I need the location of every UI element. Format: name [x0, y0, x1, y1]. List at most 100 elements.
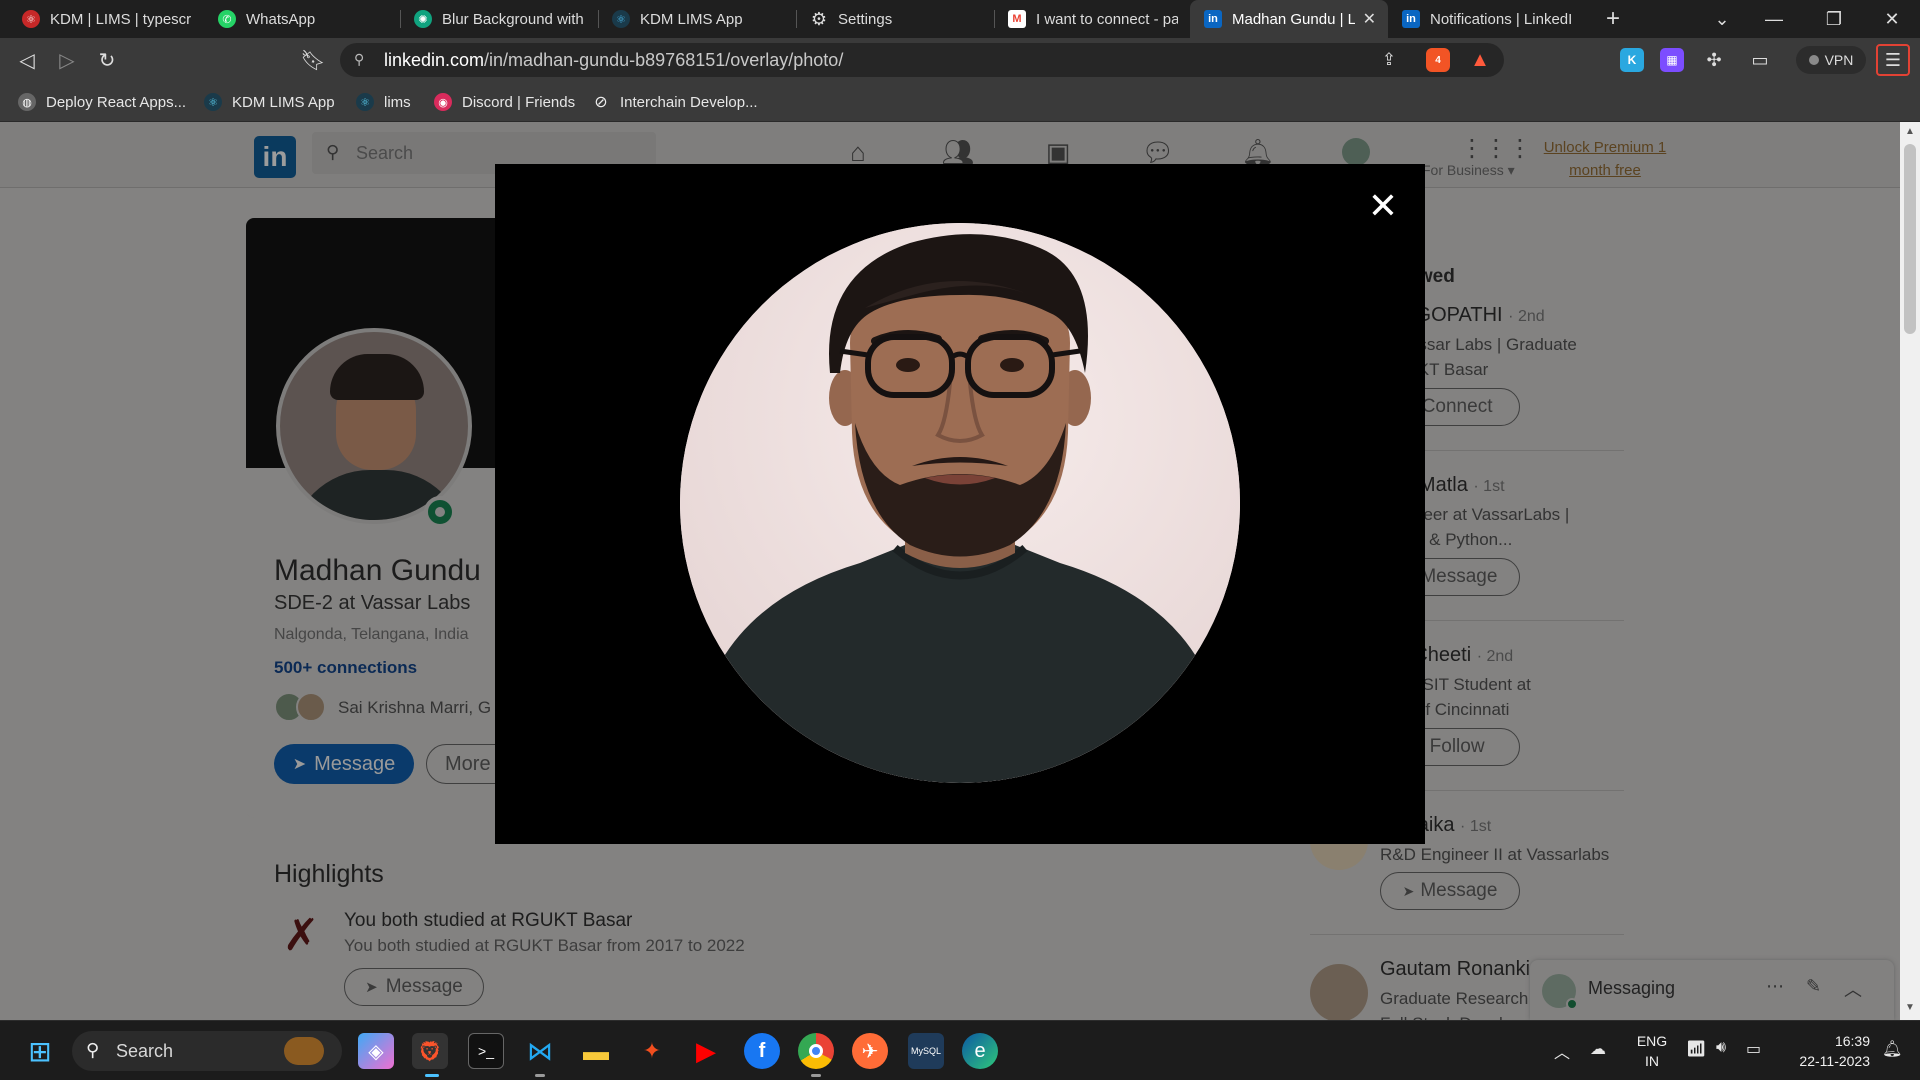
- figma-icon[interactable]: ✦: [634, 1033, 670, 1069]
- running-indicator: [425, 1074, 439, 1077]
- minimize-button[interactable]: —: [1746, 0, 1802, 38]
- scrollbar-thumb[interactable]: [1904, 144, 1916, 334]
- terminal-icon[interactable]: >_: [468, 1033, 504, 1069]
- send-icon: ➤: [365, 979, 378, 996]
- compose-icon[interactable]: ✎: [1806, 976, 1821, 997]
- scroll-up-arrow-icon[interactable]: ▲: [1900, 126, 1920, 142]
- profile-photo[interactable]: [276, 328, 472, 524]
- close-tab-icon[interactable]: ✕: [1363, 9, 1376, 29]
- tab-whatsapp[interactable]: ✆ WhatsApp: [204, 0, 400, 38]
- extensions-puzzle-icon[interactable]: ✣: [1702, 48, 1726, 72]
- page-scrollbar[interactable]: ▲ ▼: [1900, 122, 1920, 1020]
- edge-icon[interactable]: e: [962, 1033, 998, 1069]
- extension-k-icon[interactable]: K: [1620, 48, 1644, 72]
- show-hidden-icons-chevron-icon[interactable]: ︿: [1554, 1039, 1570, 1063]
- bookmark-discord[interactable]: ◉ Discord | Friends: [434, 90, 575, 114]
- reload-icon[interactable]: ↻: [92, 46, 122, 74]
- profile-location: Nalgonda, Telangana, India: [274, 626, 469, 643]
- search-icon: ⚲: [86, 1040, 100, 1060]
- close-icon[interactable]: ✕: [1363, 186, 1403, 226]
- premium-upsell-link[interactable]: Unlock Premium 1 month free: [1540, 136, 1670, 182]
- site-settings-icon[interactable]: ⚲: [354, 51, 372, 69]
- person-name[interactable]: Gautam Ronanki: [1380, 958, 1530, 981]
- volume-icon[interactable]: 🔊︎: [1716, 1039, 1726, 1057]
- more-options-icon[interactable]: ⋯: [1766, 976, 1784, 997]
- taskbar-search[interactable]: ⚲ Search: [72, 1031, 342, 1071]
- open-to-work-indicator: [424, 496, 456, 528]
- youtube-icon[interactable]: ▶: [688, 1033, 724, 1069]
- highlight-message-button[interactable]: ➤ Message: [344, 968, 484, 1006]
- bookmark-kdm-lims-app[interactable]: ⚛ KDM LIMS App: [204, 90, 335, 114]
- system-clock[interactable]: 16:39 22-11-2023: [1782, 1031, 1870, 1071]
- tab-blur-background[interactable]: ✺ Blur Background with C: [400, 0, 596, 38]
- wallet-icon[interactable]: ▭: [1748, 48, 1772, 72]
- tab-linkedin-notifications[interactable]: in Notifications | LinkedIn: [1388, 0, 1584, 38]
- message-button[interactable]: ➤Message: [1380, 872, 1520, 910]
- battery-icon[interactable]: ▭: [1746, 1039, 1761, 1059]
- vpn-button[interactable]: VPN: [1796, 46, 1866, 74]
- brave-rewards-icon[interactable]: ▲: [1468, 48, 1492, 72]
- wifi-icon[interactable]: 📶︎: [1686, 1039, 1706, 1059]
- react-icon: ⚛: [612, 10, 630, 28]
- profile-photo-large: [680, 223, 1240, 783]
- tab-kdm-lims-app[interactable]: ⚛ KDM LIMS App: [598, 0, 794, 38]
- mutual-connections-text[interactable]: Sai Krishna Marri, G: [338, 698, 491, 718]
- search-icon: ⚲: [326, 142, 340, 162]
- bookmark-icon[interactable]: 🔖︎: [298, 46, 328, 74]
- openai-icon: ✺: [414, 10, 432, 28]
- brave-shields-icon[interactable]: 4: [1426, 48, 1450, 72]
- brave-browser-icon[interactable]: 🦁︎: [412, 1033, 448, 1069]
- facebook-icon[interactable]: f: [744, 1033, 780, 1069]
- mysql-workbench-icon[interactable]: MySQL: [908, 1033, 944, 1069]
- react-icon: ⚛: [22, 10, 40, 28]
- back-icon[interactable]: ◁: [12, 46, 42, 74]
- postman-icon[interactable]: ✈: [852, 1033, 888, 1069]
- message-button[interactable]: ➤ Message: [274, 744, 414, 784]
- send-icon: ➤: [1402, 882, 1415, 899]
- new-tab-button[interactable]: +: [1586, 0, 1640, 38]
- chrome-icon[interactable]: [798, 1033, 834, 1069]
- file-explorer-icon[interactable]: ▬: [578, 1033, 614, 1069]
- person-headline: R&D Engineer II at Vassarlabs: [1380, 845, 1610, 864]
- tab-settings[interactable]: ⚙ Settings: [796, 0, 992, 38]
- tab-search-chevron-icon[interactable]: ⌄: [1694, 0, 1750, 38]
- profile-headline: SDE-2 at Vassar Labs: [274, 592, 471, 614]
- apps-grid-icon[interactable]: ⋮⋮⋮: [1460, 134, 1532, 163]
- connections-link[interactable]: 500+ connections: [274, 658, 417, 678]
- for-business-menu[interactable]: For Business ▾: [1422, 162, 1515, 179]
- onedrive-icon[interactable]: ☁: [1590, 1039, 1606, 1059]
- share-icon[interactable]: ⇪: [1374, 46, 1404, 74]
- vscode-icon[interactable]: ⋈: [522, 1033, 558, 1069]
- copilot-icon[interactable]: ◈: [358, 1033, 394, 1069]
- hamburger-menu-icon[interactable]: ☰: [1876, 44, 1910, 76]
- online-status-icon: [1566, 998, 1578, 1010]
- windows-start-icon[interactable]: ⊞: [22, 1033, 58, 1069]
- extension-grid-icon[interactable]: ▦: [1660, 48, 1684, 72]
- slashed-circle-icon: ⊘: [594, 94, 608, 111]
- bookmark-lims[interactable]: ⚛ lims: [356, 90, 411, 114]
- scroll-down-arrow-icon[interactable]: ▼: [1900, 1002, 1920, 1018]
- person-avatar[interactable]: [1310, 964, 1368, 1020]
- highlight-subtext: You both studied at RGUKT Basar from 201…: [344, 936, 745, 955]
- tab-madhan-gundu-linkedin[interactable]: in Madhan Gundu | L ✕: [1190, 0, 1388, 38]
- globe-icon: ◍: [18, 93, 36, 111]
- chevron-up-icon[interactable]: ︿: [1844, 976, 1862, 1002]
- tab-kdm-lims-typescript[interactable]: ⚛ KDM | LIMS | typescript: [8, 0, 204, 38]
- discord-icon: ◉: [434, 93, 452, 111]
- notifications-icon[interactable]: 🔔︎: [1882, 1039, 1902, 1059]
- mutual-connection-avatar: [296, 692, 326, 722]
- linkedin-logo-icon[interactable]: in: [254, 136, 296, 178]
- restore-button[interactable]: ❐: [1806, 0, 1862, 38]
- messaging-dock[interactable]: Messaging ⋯ ✎ ︿: [1530, 960, 1894, 1020]
- input-language-indicator[interactable]: ENG IN: [1632, 1031, 1672, 1071]
- bookmark-interchain[interactable]: ⊘ Interchain Develop...: [592, 90, 757, 114]
- photo-hair: [330, 354, 424, 400]
- profile-portrait-illustration: [680, 223, 1240, 783]
- url-bar[interactable]: ⚲ linkedin.com/in/madhan-gundu-b89768151…: [340, 43, 1504, 77]
- tab-gmail-connect[interactable]: M I want to connect - pav: [994, 0, 1190, 38]
- forward-icon[interactable]: ▷: [52, 46, 82, 74]
- react-icon: ⚛: [204, 93, 222, 111]
- close-window-button[interactable]: ✕: [1864, 0, 1920, 38]
- bookmark-deploy-react[interactable]: ◍ Deploy React Apps...: [18, 90, 186, 114]
- url-host: linkedin.com: [384, 49, 485, 70]
